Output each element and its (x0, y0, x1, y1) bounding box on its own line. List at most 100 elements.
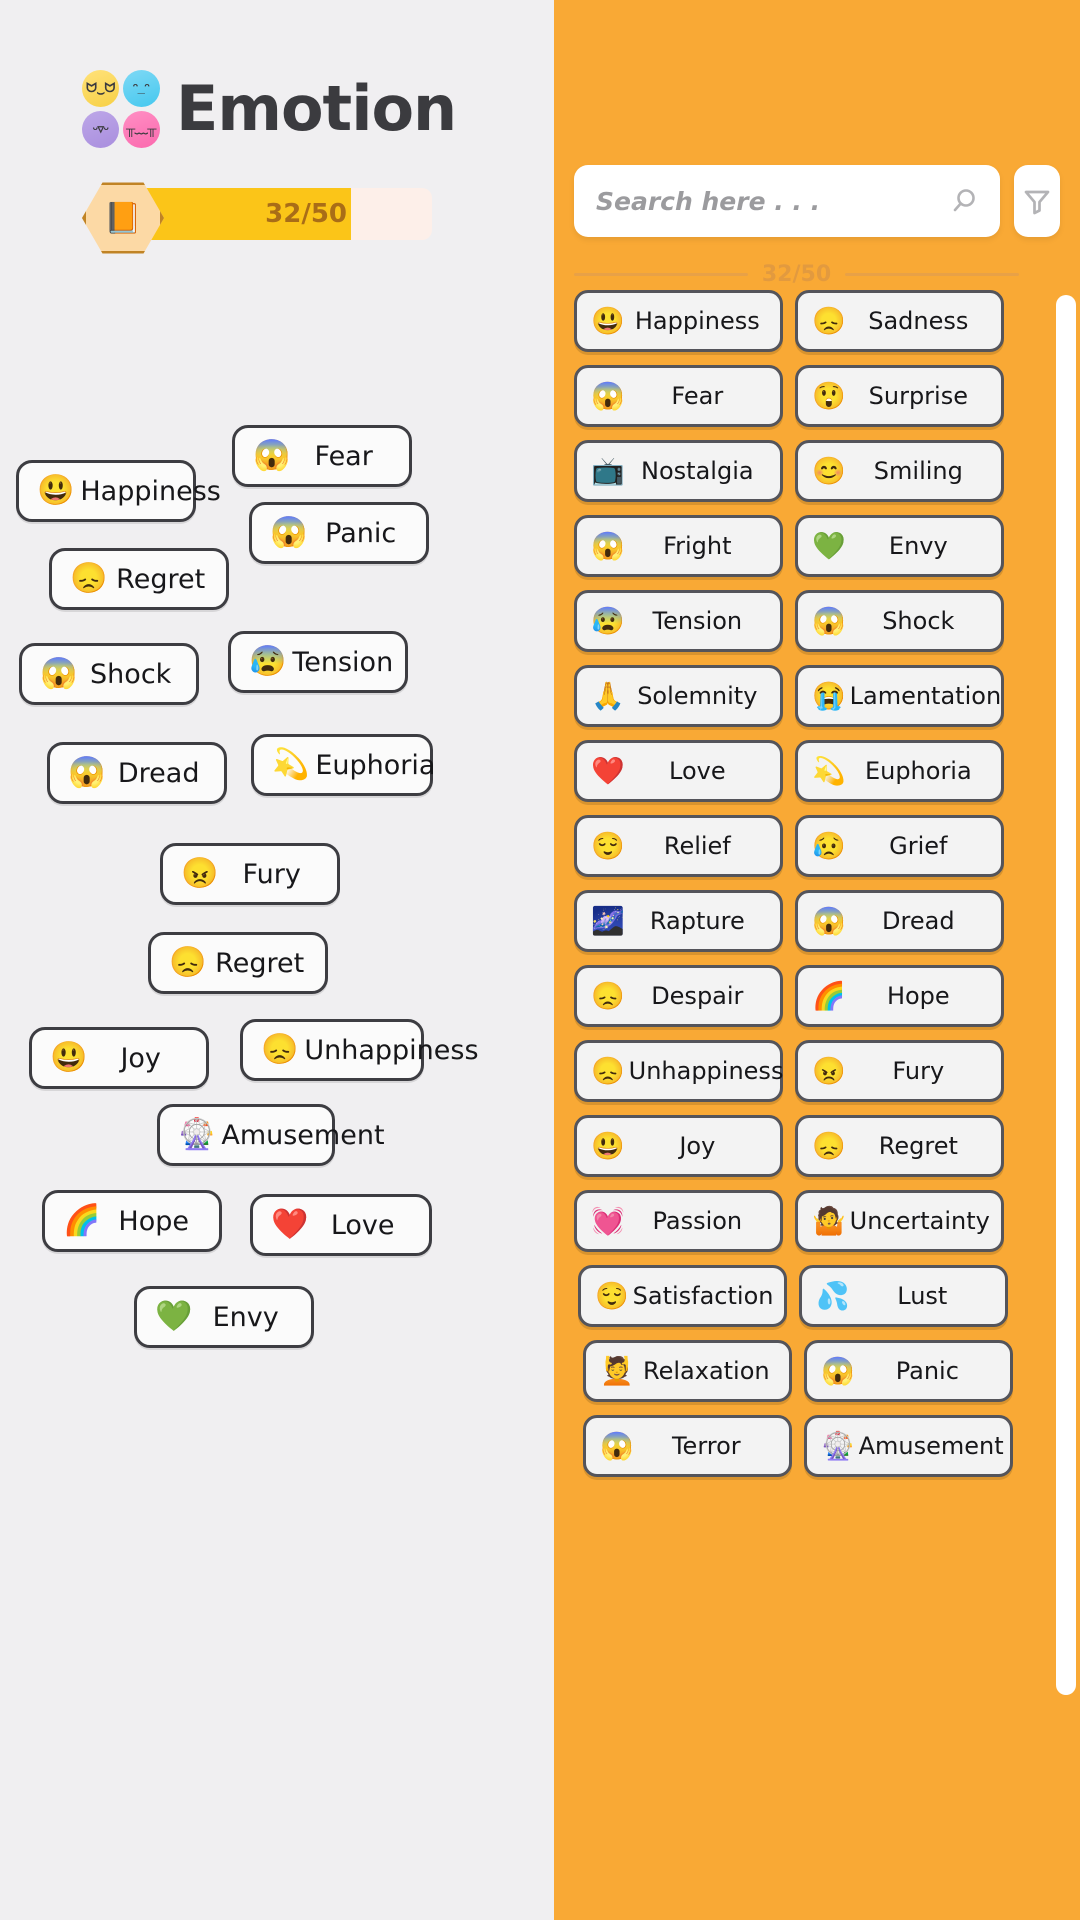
search-box[interactable] (574, 165, 1000, 237)
emotion-chip[interactable]: 😰 Tension (228, 631, 408, 693)
emotion-list-item[interactable]: 😞 Unhappiness (574, 1040, 783, 1102)
emotion-list-item-label: Lamentation (849, 682, 1002, 710)
emotion-emoji-icon: 😠 (181, 857, 219, 890)
search-row (574, 165, 1060, 237)
emotion-emoji-icon: 😞 (70, 562, 108, 595)
emotion-emoji-icon: 😱 (40, 657, 78, 690)
emotion-list-item[interactable]: 💫 Euphoria (795, 740, 1004, 802)
emotion-chip-label: Happiness (80, 475, 221, 507)
emotion-chip[interactable]: 😠 Fury (160, 843, 340, 905)
emotion-list-item[interactable]: 😌 Satisfaction (578, 1265, 787, 1327)
emotion-list-item[interactable]: 😞 Despair (574, 965, 783, 1027)
emotion-list-item[interactable]: 💦 Lust (799, 1265, 1008, 1327)
emotion-emoji-icon: 🌈 (812, 980, 846, 1011)
emotion-list-item[interactable]: 😲 Surprise (795, 365, 1004, 427)
emotion-emoji-icon: 😱 (600, 1430, 634, 1461)
emotion-list-item[interactable]: 😱 Fear (574, 365, 783, 427)
emotion-chip[interactable]: 😃 Happiness (16, 460, 221, 522)
emotion-emoji-icon: 😲 (812, 380, 846, 411)
divider-line-left (574, 273, 748, 276)
emotion-list-item[interactable]: 😱 Dread (795, 890, 1004, 952)
emotion-list-item[interactable]: 📺 Nostalgia (574, 440, 783, 502)
emotion-emoji-icon: 💫 (272, 748, 310, 781)
emotion-emoji-icon: 📺 (591, 455, 625, 486)
emotion-emoji-icon: 💫 (812, 755, 846, 786)
emotion-chip[interactable]: 😞 Regret (49, 548, 229, 610)
scrollbar-thumb[interactable] (1056, 295, 1076, 1695)
emotion-list-item[interactable]: 😱 Panic (804, 1340, 1013, 1402)
emotion-chip-label: Regret (215, 947, 305, 979)
emotion-emoji-icon: 😱 (591, 380, 625, 411)
emotion-list-item-label: Unhappiness (628, 1057, 784, 1085)
app-root: ᗢ‿ᗢ ᵔ_ᵔ ᵕ▿ᵕ ╥﹏╥ Emotion 32/50 📙 😃 Happiness 😱… (0, 0, 1080, 1920)
emotion-list-item[interactable]: 😌 Relief (574, 815, 783, 877)
emotion-list-item[interactable]: 💚 Envy (795, 515, 1004, 577)
emotion-chip[interactable]: 😱 Fear (232, 425, 412, 487)
emotion-chip[interactable]: ❤️ Love (250, 1194, 432, 1256)
emotion-list-item[interactable]: 😱 Shock (795, 590, 1004, 652)
emotion-list-item[interactable]: 😱 Fright (574, 515, 783, 577)
emotion-chip-label: Tension (292, 646, 394, 678)
emotion-chip-label: Panic (325, 517, 397, 549)
emotion-list-item[interactable]: 😞 Regret (795, 1115, 1004, 1177)
emotion-list-item[interactable]: 😃 Happiness (574, 290, 783, 352)
emotion-emoji-icon: 😱 (68, 756, 106, 789)
emotion-list-item[interactable]: 🎡 Amusement (804, 1415, 1013, 1477)
emotion-chip[interactable]: 😞 Unhappiness (240, 1019, 479, 1081)
emotion-list-item-label: Nostalgia (641, 457, 754, 485)
emotion-chip[interactable]: 😱 Panic (249, 502, 429, 564)
emotion-list-item-label: Fear (671, 382, 724, 410)
emotion-list-item[interactable]: 🤷 Uncertainty (795, 1190, 1004, 1252)
emotion-list-item[interactable]: 💓 Passion (574, 1190, 783, 1252)
emotion-list-item[interactable]: 😊 Smiling (795, 440, 1004, 502)
emotion-emoji-icon: 😰 (249, 645, 287, 678)
search-icon[interactable] (948, 185, 980, 217)
emotion-list-item-label: Regret (878, 1132, 958, 1160)
emotion-list-item[interactable]: 😞 Sadness (795, 290, 1004, 352)
emotion-emoji-icon: 🌈 (63, 1204, 101, 1237)
divider-line-right (845, 273, 1020, 276)
emotion-chip-label: Envy (212, 1301, 279, 1333)
emotion-chip-cloud: 😃 Happiness 😱 Fear 😞 Regret 😱 Panic 😱 Shock 😰 Tensi… (0, 0, 554, 1920)
emotion-list-item-label: Sadness (868, 307, 969, 335)
emotion-chip[interactable]: 😃 Joy (29, 1027, 209, 1089)
emotion-emoji-icon: 😞 (591, 1055, 625, 1086)
emotion-list-item[interactable]: 🙏 Solemnity (574, 665, 783, 727)
emotion-chip-label: Love (330, 1209, 395, 1241)
emotion-list-item[interactable]: 😱 Terror (583, 1415, 792, 1477)
emotion-list-item[interactable]: 😃 Joy (574, 1115, 783, 1177)
emotion-chip[interactable]: 💚 Envy (134, 1286, 314, 1348)
emotion-list-item[interactable]: 💆 Relaxation (583, 1340, 792, 1402)
emotion-list-item[interactable]: ❤️ Love (574, 740, 783, 802)
emotion-emoji-icon: 💚 (812, 530, 846, 561)
emotion-chip[interactable]: 🎡 Amusement (157, 1104, 385, 1166)
emotion-list-item-label: Grief (889, 832, 948, 860)
emotion-list-item[interactable]: 😭 Lamentation (795, 665, 1004, 727)
emotion-emoji-icon: 😞 (812, 1130, 846, 1161)
emotion-chip[interactable]: 😞 Regret (148, 932, 328, 994)
emotion-list-item[interactable]: 🌌 Rapture (574, 890, 783, 952)
emotion-chip-label: Shock (90, 658, 172, 690)
emotion-list-item-label: Rapture (649, 907, 745, 935)
emotion-list-item[interactable]: 😥 Grief (795, 815, 1004, 877)
emotion-emoji-icon: 😱 (253, 439, 291, 472)
emotion-list-scroll[interactable]: 😃 Happiness 😞 Sadness 😱 Fear 😲 Surprise 📺 Nostalg… (554, 290, 1080, 1840)
emotion-chip[interactable]: 😱 Shock (19, 643, 199, 705)
emotion-list-item-label: Despair (651, 982, 744, 1010)
scrollbar-track[interactable] (1056, 295, 1076, 1760)
emotion-chip[interactable]: 🌈 Hope (42, 1190, 222, 1252)
emotion-emoji-icon: 😞 (812, 305, 846, 336)
search-input[interactable] (594, 185, 948, 217)
emotion-emoji-icon: 😥 (812, 830, 846, 861)
filter-button[interactable] (1014, 165, 1060, 237)
emotion-emoji-icon: 😃 (591, 1130, 625, 1161)
emotion-chip-label: Hope (118, 1205, 189, 1237)
emotion-chip[interactable]: 😱 Dread (47, 742, 227, 804)
left-panel: ᗢ‿ᗢ ᵔ_ᵔ ᵕ▿ᵕ ╥﹏╥ Emotion 32/50 📙 😃 Happiness 😱… (0, 0, 554, 1920)
emotion-list-item[interactable]: 🌈 Hope (795, 965, 1004, 1027)
emotion-list-item[interactable]: 😠 Fury (795, 1040, 1004, 1102)
emotion-chip[interactable]: 💫 Euphoria (251, 734, 435, 796)
emotion-chip-label: Joy (120, 1042, 161, 1074)
emotion-list-item[interactable]: 😰 Tension (574, 590, 783, 652)
emotion-emoji-icon: 🎡 (178, 1118, 216, 1151)
